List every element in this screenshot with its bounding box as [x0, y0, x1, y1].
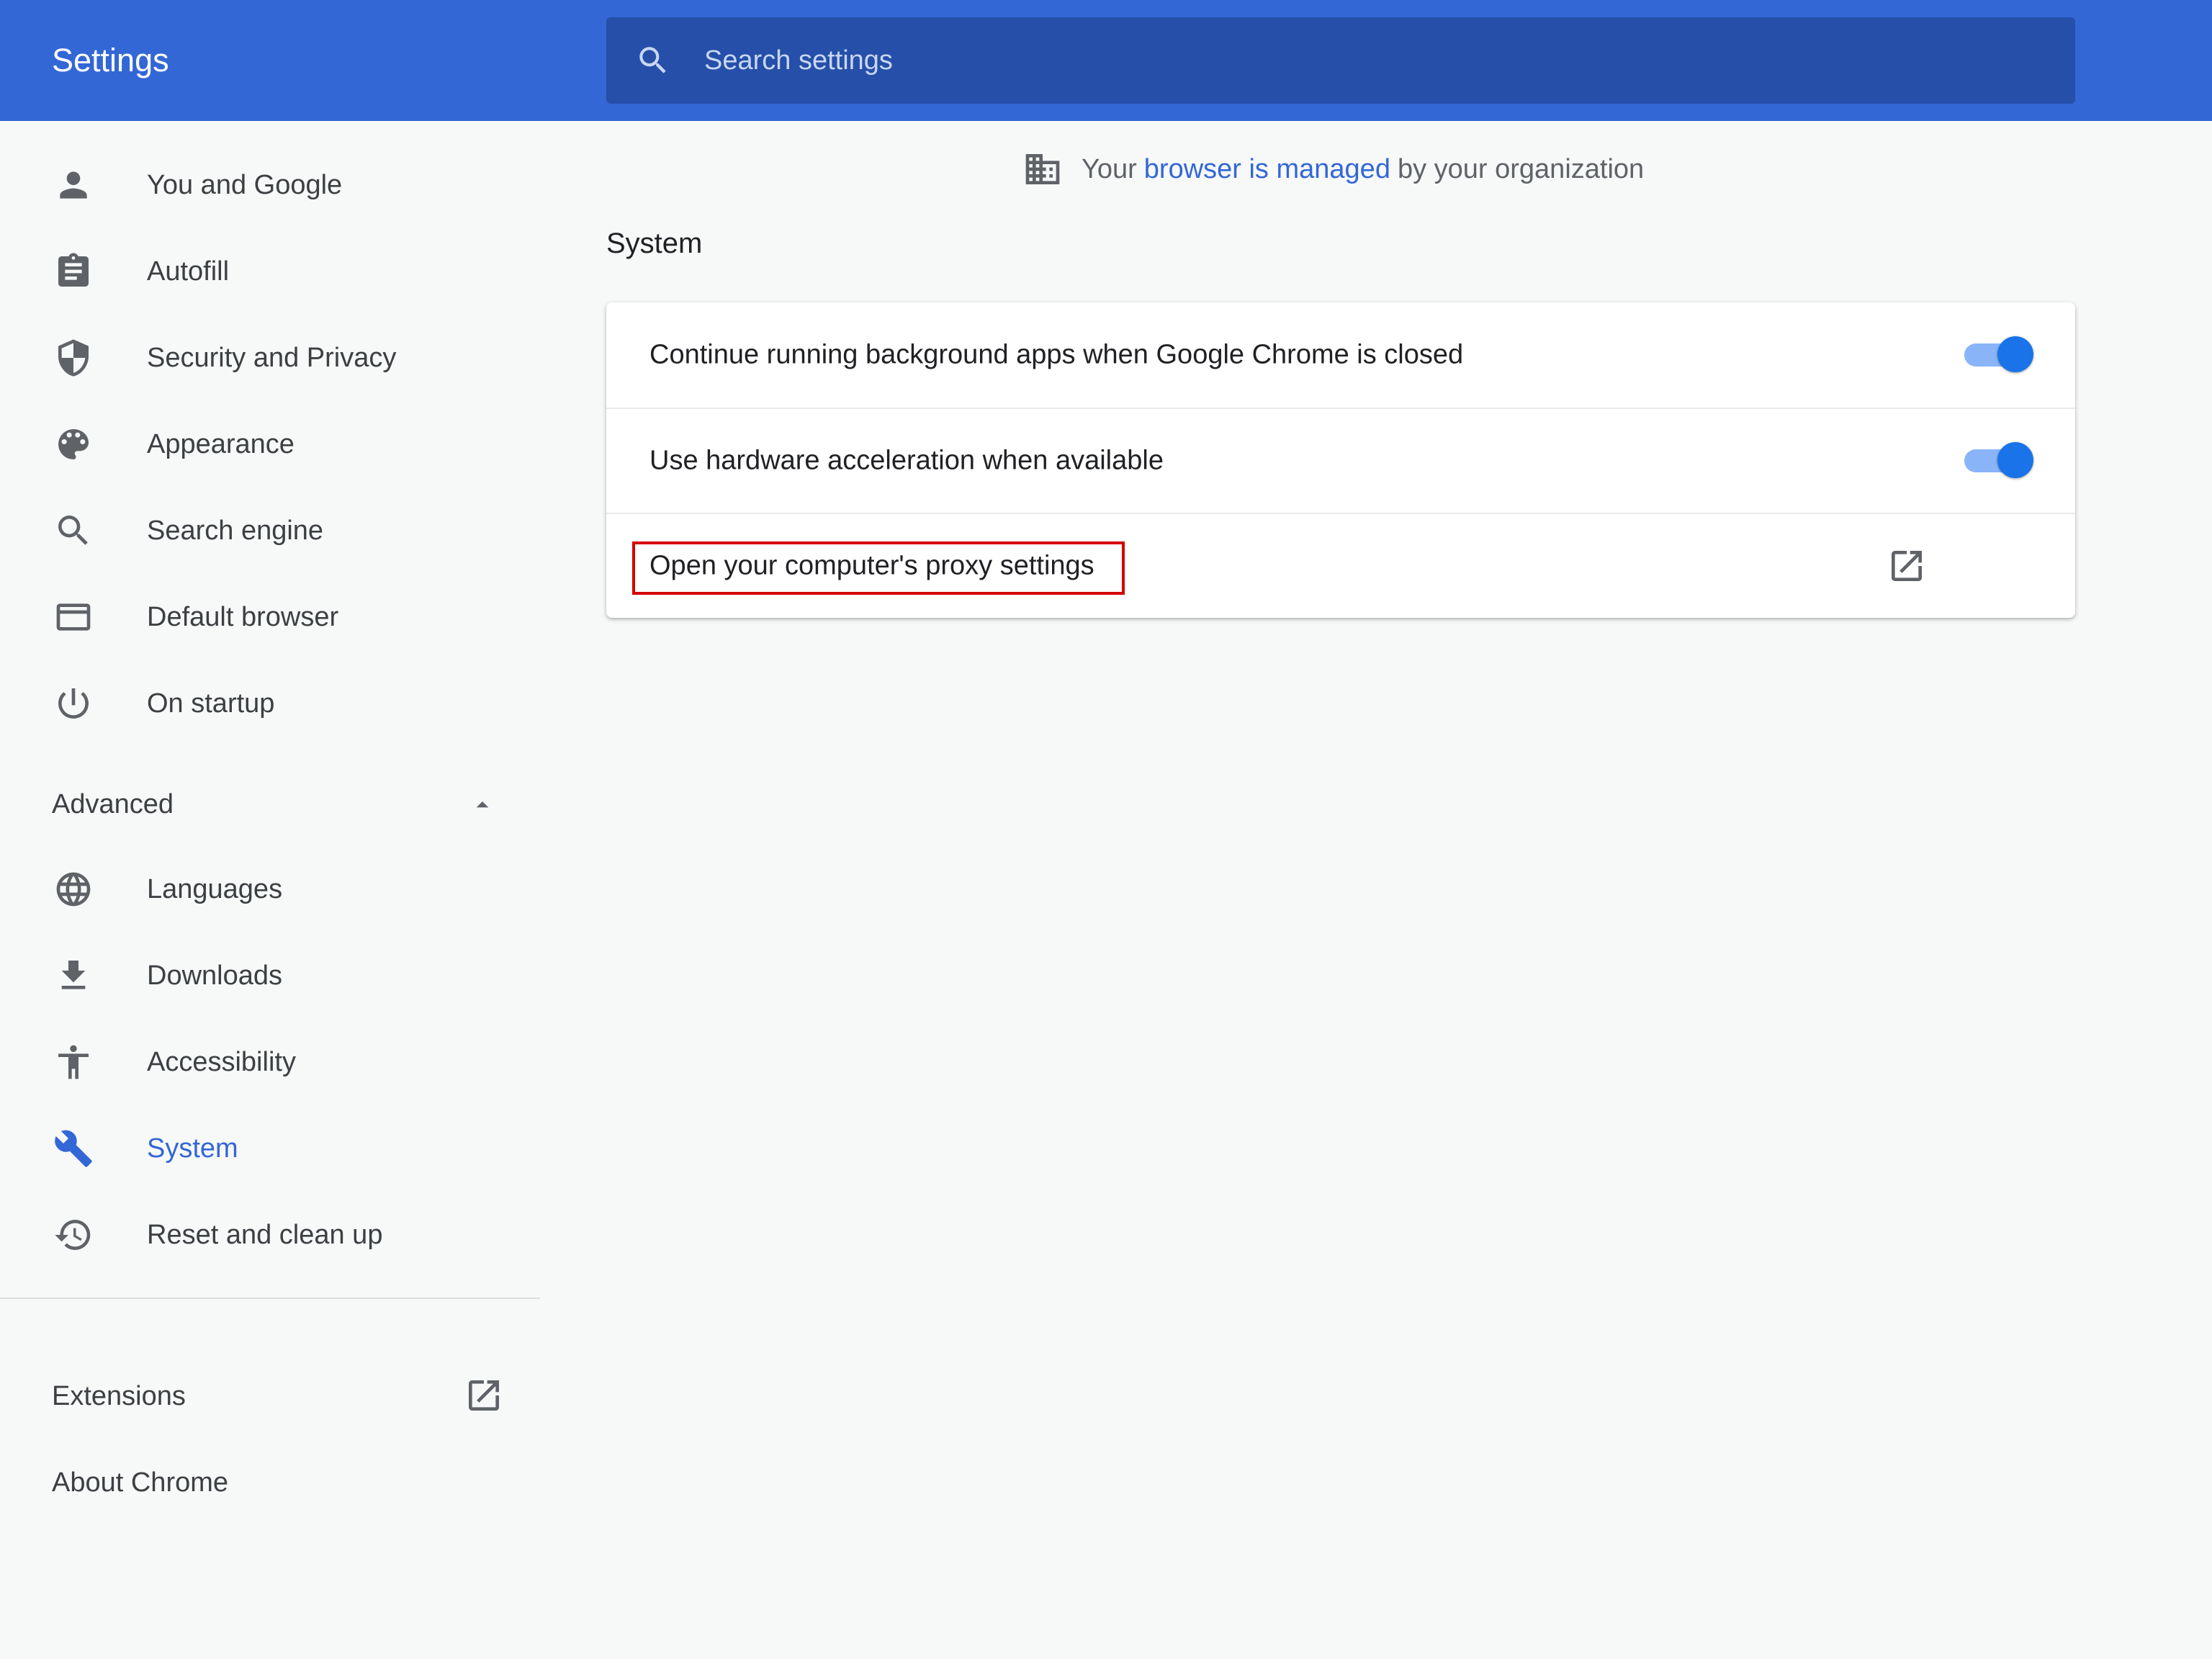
browser-window-icon	[52, 595, 95, 639]
building-icon	[1025, 154, 1060, 184]
sidebar: You and Google Autofill Security and Pri…	[0, 121, 540, 1659]
settings-row-hardware-acceleration[interactable]: Use hardware acceleration when available	[606, 408, 2075, 513]
managed-notice-suffix: by your organization	[1397, 153, 1645, 184]
sidebar-item-label: Extensions	[52, 1381, 186, 1411]
sidebar-item-label: Languages	[147, 873, 283, 904]
sidebar-item-label: System	[147, 1133, 238, 1164]
settings-row-proxy-settings[interactable]: Open your computer's proxy settings	[606, 513, 2075, 618]
search-icon	[52, 509, 95, 552]
sidebar-item-reset-and-clean-up[interactable]: Reset and clean up	[0, 1199, 540, 1271]
sidebar-item-on-startup[interactable]: On startup	[0, 667, 540, 739]
sidebar-item-extensions[interactable]: Extensions	[0, 1359, 540, 1431]
open-in-new-icon	[1892, 551, 1922, 581]
open-proxy-settings-button[interactable]	[1872, 531, 1941, 601]
download-icon	[52, 954, 95, 997]
sidebar-item-label: On startup	[147, 688, 275, 719]
settings-row-label: Use hardware acceleration when available	[649, 445, 1164, 476]
palette-icon	[52, 423, 95, 466]
sidebar-item-languages[interactable]: Languages	[0, 853, 540, 925]
sidebar-item-about-chrome[interactable]: About Chrome	[0, 1446, 540, 1518]
person-icon	[52, 163, 95, 207]
sidebar-item-downloads[interactable]: Downloads	[0, 940, 540, 1012]
wrench-icon	[52, 1127, 95, 1170]
accessibility-icon	[52, 1040, 95, 1084]
search-input[interactable]	[704, 17, 2044, 104]
sidebar-item-label: Autofill	[147, 256, 230, 287]
sidebar-item-autofill[interactable]: Autofill	[0, 235, 540, 307]
page-title: Settings	[52, 42, 169, 78]
sidebar-item-accessibility[interactable]: Accessibility	[0, 1026, 540, 1098]
toggle-knob	[1997, 442, 2033, 478]
advanced-label: Advanced	[52, 789, 174, 819]
managed-link[interactable]: browser is managed	[1144, 154, 1390, 185]
sidebar-item-label: Downloads	[147, 960, 282, 991]
sidebar-item-system[interactable]: System	[0, 1112, 540, 1184]
search-icon	[639, 47, 666, 73]
clipboard-icon	[52, 250, 95, 293]
advanced-section-toggle[interactable]: Advanced	[0, 768, 540, 840]
managed-notice-prefix: Your	[1082, 153, 1137, 184]
sidebar-item-label: Search engine	[147, 515, 324, 546]
sidebar-divider	[0, 1298, 540, 1299]
toggle-knob	[1997, 336, 2033, 372]
sidebar-item-you-and-google[interactable]: You and Google	[0, 149, 540, 221]
header-bar: Settings	[0, 0, 2212, 121]
search-box[interactable]	[606, 17, 2075, 104]
background-apps-toggle[interactable]	[1964, 336, 2033, 374]
settings-row-background-apps[interactable]: Continue running background apps when Go…	[606, 302, 2075, 408]
settings-row-label: Open your computer's proxy settings	[649, 550, 1094, 581]
sidebar-item-label: Default browser	[147, 601, 339, 632]
sidebar-item-label: Accessibility	[147, 1046, 296, 1077]
sidebar-item-label: Security and Privacy	[147, 342, 397, 373]
sidebar-item-default-browser[interactable]: Default browser	[0, 581, 540, 653]
section-title: System	[606, 228, 703, 259]
sidebar-item-label: Appearance	[147, 428, 295, 459]
sidebar-item-security-and-privacy[interactable]: Security and Privacy	[0, 322, 540, 394]
managed-notice: Your browser is managed by your organiza…	[1022, 144, 1644, 194]
system-settings-card: Continue running background apps when Go…	[606, 302, 2075, 618]
restore-icon	[52, 1213, 95, 1256]
sidebar-item-label: About Chrome	[52, 1467, 229, 1498]
arrow-up-icon	[476, 801, 489, 808]
settings-row-label: Continue running background apps when Go…	[649, 339, 1464, 370]
hardware-acceleration-toggle[interactable]	[1964, 442, 2033, 480]
sidebar-item-label: Reset and clean up	[147, 1219, 383, 1250]
sidebar-item-appearance[interactable]: Appearance	[0, 408, 540, 480]
sidebar-item-label: You and Google	[147, 169, 343, 200]
open-in-new-icon	[469, 1380, 499, 1411]
power-icon	[52, 682, 95, 725]
shield-icon	[52, 336, 95, 379]
sidebar-item-search-engine[interactable]: Search engine	[0, 495, 540, 567]
globe-icon	[52, 868, 95, 911]
